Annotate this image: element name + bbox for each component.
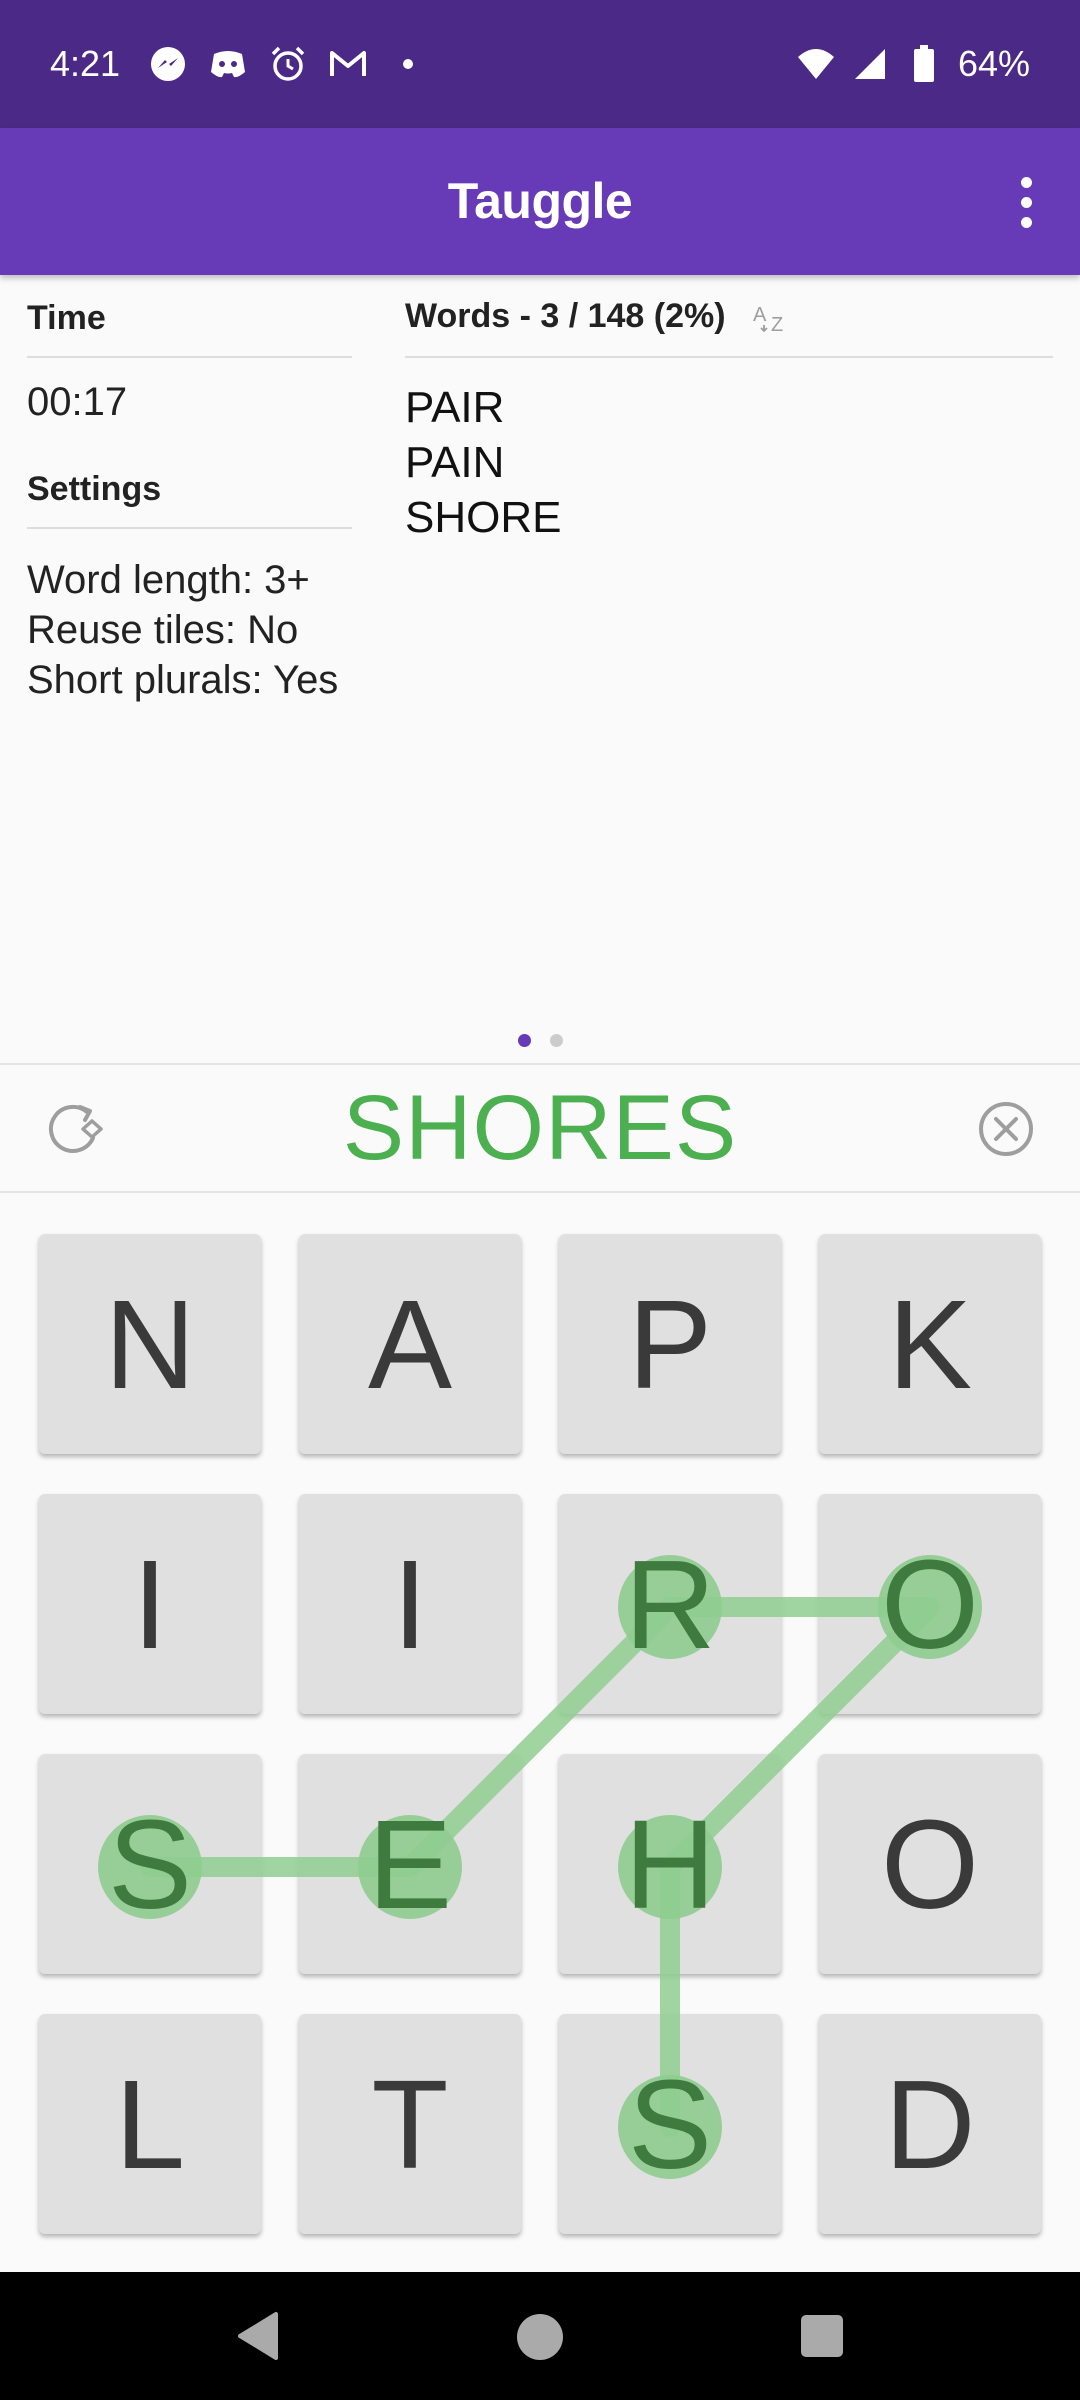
app-bar: Tauggle [0,128,1080,275]
path-line [140,1597,940,2137]
more-vert-icon [1020,176,1032,188]
tile-letter: R [624,1533,716,1675]
status-time: 4:21 [50,43,121,84]
tile-letter: S [107,1793,193,1935]
letter-tile[interactable]: E [299,1754,521,1974]
letter-tile[interactable]: N [39,1234,261,1454]
battery-percent: 64% [957,43,1030,84]
letter-tile[interactable]: P [559,1234,781,1454]
signal-icon [850,44,890,84]
sort-alpha-icon[interactable]: A Z [752,299,792,335]
tile-letter: T [371,2053,449,2195]
letter-tile[interactable]: O [819,1494,1041,1714]
app-title: Tauggle [447,173,633,229]
letter-grid: N A P K I I R O S E H O L T S D [0,1193,1080,2271]
tile-letter: P [627,1273,713,1415]
timer-value: 00:17 [27,380,128,424]
dot-icon [388,44,428,84]
clear-circle-icon [979,1102,1033,1156]
page-indicator [0,1034,1080,1047]
current-word: SHORES [342,1077,738,1179]
found-word: PAIN [405,438,505,487]
tile-letter: I [392,1533,428,1675]
tile-letter: A [367,1273,453,1415]
more-vert-icon-dot [1020,196,1032,208]
tile-letter: O [880,1793,979,1935]
clear-word-button[interactable] [968,1091,1044,1167]
setting-short-plurals: Short plurals: Yes [27,658,339,702]
page-dot-1[interactable] [517,1034,531,1047]
info-panel: Time 00:17 Settings Word length: 3+ Reus… [27,275,352,705]
discord-icon [208,44,248,84]
letter-tile[interactable]: T [299,2014,521,2234]
more-options-button[interactable] [990,164,1062,240]
letter-tile[interactable]: I [299,1494,521,1714]
words-header: Words - 3 / 148 (2%) A Z [405,275,1053,358]
tile-letter: L [114,2053,186,2195]
battery-icon [904,44,944,84]
setting-reuse-tiles: Reuse tiles: No [27,608,299,652]
tile-letter: O [880,1533,979,1675]
svg-text:Z: Z [771,314,783,335]
svg-text:A: A [753,304,767,326]
wifi-icon [796,44,836,84]
home-icon[interactable] [517,2314,563,2360]
settings-label: Settings [27,446,352,529]
letter-tile[interactable]: I [39,1494,261,1714]
tile-letter: K [887,1273,973,1415]
recents-icon[interactable] [801,2315,843,2357]
found-words-list: PAIR PAIN SHORE [405,380,1053,545]
page-dot-2[interactable] [549,1034,563,1047]
rotate-board-icon [48,1104,103,1153]
time-label: Time [27,275,352,358]
current-word-bar: SHORES [0,1063,1080,1193]
tile-letter: E [367,1793,453,1935]
back-icon[interactable] [232,2308,288,2364]
tile-letter: S [627,2053,713,2195]
more-vert-icon-dot [1020,216,1032,228]
letter-tile[interactable]: L [39,2014,261,2234]
letter-tile[interactable]: H [559,1754,781,1974]
rotate-board-button[interactable] [36,1091,112,1167]
tile-letter: I [132,1533,168,1675]
navigation-bar [0,2272,1080,2400]
messenger-icon [148,44,188,84]
alarm-icon [268,44,308,84]
status-bar: 4:21 64% [0,0,1080,128]
letter-tile[interactable]: K [819,1234,1041,1454]
found-word: SHORE [405,493,562,542]
letter-tile[interactable]: R [559,1494,781,1714]
words-count: Words - 3 / 148 (2%) [405,297,726,335]
settings-list: Word length: 3+ Reuse tiles: No Short pl… [27,555,352,705]
words-panel: Words - 3 / 148 (2%) A Z PAIR PAIN SHORE [405,275,1053,545]
status-bar-right: 64% [796,0,1030,128]
tile-letter: N [104,1273,196,1415]
tile-letter: H [624,1793,716,1935]
letter-tile[interactable]: D [819,2014,1041,2234]
letter-tile[interactable]: A [299,1234,521,1454]
setting-word-length: Word length: 3+ [27,558,310,602]
letter-tile[interactable]: O [819,1754,1041,1974]
found-word: PAIR [405,383,505,432]
gmail-icon [328,44,368,84]
status-bar-left: 4:21 [50,0,428,128]
tile-letter: D [884,2053,976,2195]
letter-tile[interactable]: S [39,1754,261,1974]
letter-tile[interactable]: S [559,2014,781,2234]
